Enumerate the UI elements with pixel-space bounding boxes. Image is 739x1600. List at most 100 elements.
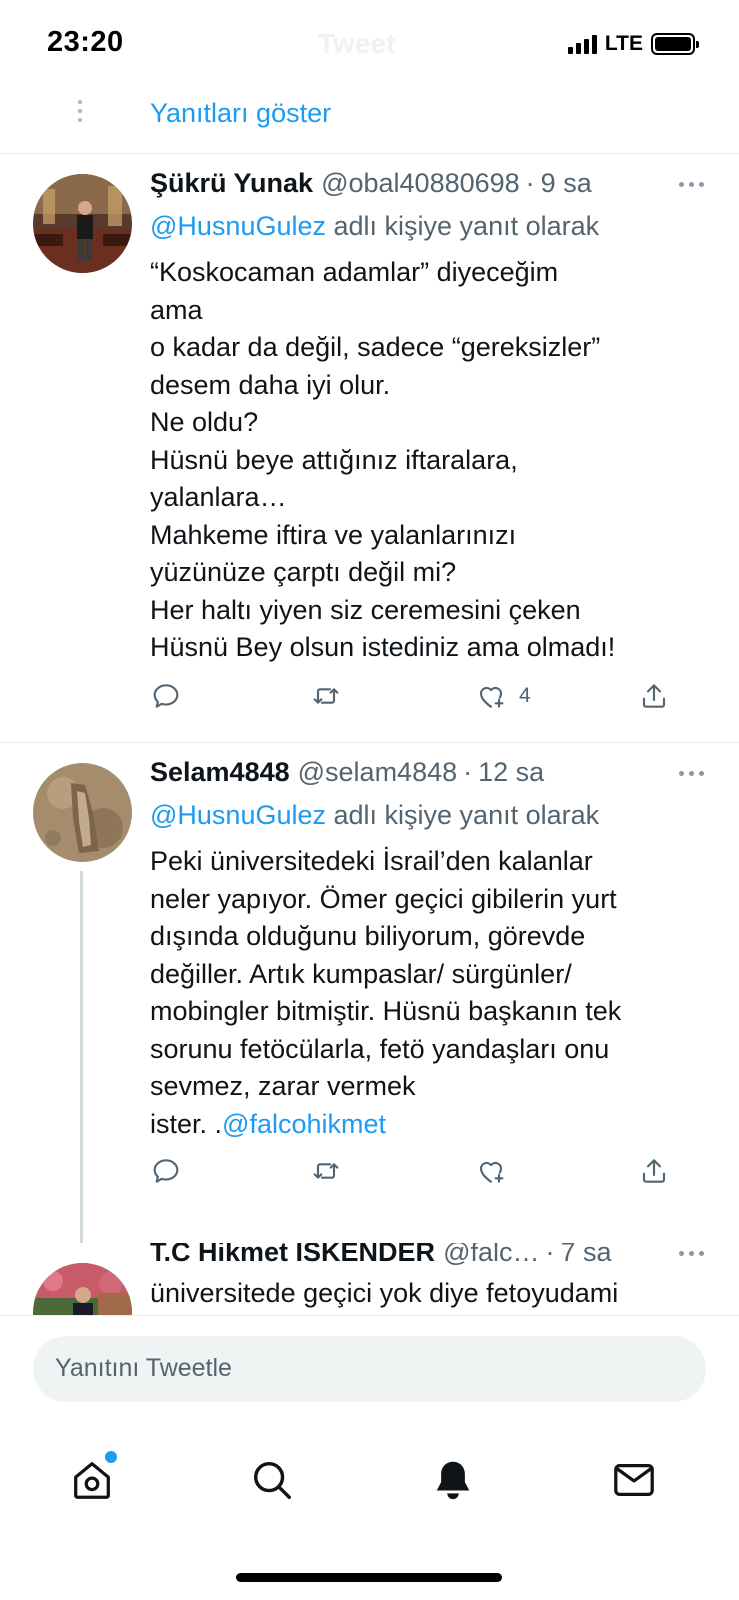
retweet-icon	[313, 688, 339, 704]
user-handle[interactable]: @obal40880698	[321, 168, 520, 199]
tweet-line: değiller. Artık kumpaslar/ sürgünler/	[150, 958, 572, 989]
like-icon	[479, 1161, 504, 1183]
show-replies-link[interactable]: Yanıtları göster	[150, 98, 331, 129]
share-button[interactable]	[638, 1155, 670, 1187]
tweet-text: Peki üniversitedeki İsrail’den kalanlar …	[150, 843, 709, 1143]
timestamp[interactable]: 9 sa	[541, 168, 592, 199]
bell-icon	[436, 1461, 470, 1500]
status-indicators: LTE	[567, 32, 699, 56]
tweet-content: Şükrü Yunak @obal40880698 · 9 sa @HusnuG…	[150, 168, 709, 667]
tweet-line: yüzünüze çarptı değil mi?	[150, 557, 457, 587]
tweet-line: Peki üniversitedeki İsrail’den kalanlar	[150, 846, 593, 876]
timestamp[interactable]: 12 sa	[478, 757, 544, 788]
avatar[interactable]	[33, 763, 132, 862]
thread-dots-icon	[78, 100, 82, 124]
user-handle[interactable]: @falc…	[443, 1243, 539, 1268]
tweet-line: yalanlara…	[150, 482, 287, 512]
home-icon	[74, 1462, 110, 1499]
tweet[interactable]: Şükrü Yunak @obal40880698 · 9 sa @HusnuG…	[0, 154, 739, 742]
share-icon	[642, 684, 666, 708]
tweet-line: Her haltı yiyen siz ceremesini çeken	[150, 594, 581, 625]
tweet-line: sorunu fetöcülarla, fetö yandaşları onu	[150, 1033, 610, 1064]
tweet-line: mobingler bitmiştir. Hüsnü başkanın tek	[150, 996, 622, 1026]
separator: ·	[545, 1243, 555, 1267]
tweet-header: T.C Hikmet İSKENDER @falc… · 7 sa	[150, 1243, 709, 1275]
thread-line	[80, 871, 83, 1243]
tweet-header: Selam4848 @selam4848 · 12 sa	[150, 757, 709, 795]
like-icon	[479, 686, 504, 708]
reply-context: @HusnuGulez adlı kişiye yanıt olarak	[150, 206, 709, 246]
reply-icon	[153, 1159, 179, 1183]
tweet-line: Hüsnü Bey olsun istediniz ama olmadı!	[150, 632, 616, 662]
network-label: LTE	[604, 32, 643, 55]
signal-icon	[567, 34, 597, 54]
search-icon	[253, 1461, 291, 1499]
more-icon[interactable]	[679, 767, 709, 779]
tweet-line: sevmez, zarar vermek	[150, 1071, 416, 1101]
notification-dot	[105, 1451, 117, 1463]
nav-notifications[interactable]	[430, 1457, 476, 1503]
separator: ·	[525, 168, 535, 198]
reply-context-text: adlı kişiye yanıt olarak	[326, 211, 600, 241]
tweet-text: üniversitede geçici yok diye fetoyudami	[150, 1275, 709, 1313]
tweet-text: “Koskocaman adamlar” diyeceğim ama o kad…	[150, 254, 709, 667]
reply-icon	[153, 684, 179, 708]
reply-button[interactable]	[150, 1155, 182, 1187]
tweet-header: Şükrü Yunak @obal40880698 · 9 sa	[150, 168, 709, 206]
user-handle[interactable]: @selam4848	[298, 757, 458, 788]
display-name[interactable]: T.C Hikmet İSKENDER	[150, 1243, 435, 1268]
tweet-line: Mahkeme iftira ve yalanlarınızı	[150, 519, 517, 550]
show-replies-row[interactable]: Yanıtları göster	[0, 92, 739, 154]
display-name[interactable]: Şükrü Yunak	[150, 168, 313, 199]
reply-composer-area: Yanıtını Tweetle	[0, 1315, 739, 1425]
share-button[interactable]	[638, 680, 670, 712]
share-icon	[642, 1159, 666, 1183]
status-time: 23:20	[47, 26, 124, 58]
mention-link[interactable]: @HusnuGulez	[150, 800, 326, 830]
tweet-content: T.C Hikmet İSKENDER @falc… · 7 sa üniver…	[150, 1243, 709, 1313]
tweet-line: Hüsnü beye attığınız iftaralara,	[150, 444, 518, 475]
more-icon[interactable]	[679, 178, 709, 190]
tweet-line: desem daha iyi olur.	[150, 369, 391, 400]
separator: ·	[463, 757, 473, 787]
reply-input[interactable]: Yanıtını Tweetle	[33, 1336, 706, 1402]
tweet-line: ama	[150, 294, 203, 325]
tweet-line: “Koskocaman adamlar” diyeceğim	[150, 257, 559, 287]
more-icon[interactable]	[679, 1247, 709, 1259]
tweet-line: neler yapıyor. Ömer geçici gibilerin yur…	[150, 883, 617, 914]
nav-title: Tweet	[318, 28, 396, 59]
mention-link[interactable]: @HusnuGulez	[150, 211, 326, 241]
tweet-line: o kadar da değil, sadece “gereksizler”	[150, 332, 601, 362]
nav-home[interactable]	[69, 1451, 117, 1503]
home-indicator[interactable]	[236, 1573, 502, 1582]
tweet-line: üniversitede geçici yok diye fetoyudami	[150, 1278, 619, 1308]
timestamp[interactable]: 7 sa	[561, 1243, 612, 1268]
tweet-content: Selam4848 @selam4848 · 12 sa @HusnuGulez…	[150, 757, 709, 1143]
reply-button[interactable]	[150, 680, 182, 712]
like-button[interactable]: 4	[475, 680, 531, 712]
tweet[interactable]: T.C Hikmet İSKENDER @falc… · 7 sa üniver…	[0, 1243, 739, 1315]
mention-link[interactable]: @falcohikmet	[222, 1109, 386, 1139]
like-count: 4	[519, 684, 531, 707]
tweet-line: dışında olduğunu biliyorum, görevde	[150, 921, 586, 951]
retweet-icon	[313, 1163, 339, 1179]
tweet-line: Ne oldu?	[150, 407, 259, 437]
reply-context-text: adlı kişiye yanıt olarak	[326, 800, 600, 830]
like-button[interactable]	[475, 1155, 507, 1187]
nav-messages[interactable]	[611, 1457, 657, 1503]
reply-context: @HusnuGulez adlı kişiye yanıt olarak	[150, 795, 709, 835]
tweet-actions	[150, 1155, 690, 1195]
display-name[interactable]: Selam4848	[150, 757, 290, 788]
status-bar: 23:20 Tweet LTE	[0, 0, 739, 92]
bottom-nav	[0, 1425, 739, 1600]
tweet-actions: 4	[150, 680, 690, 720]
retweet-button[interactable]	[310, 1155, 342, 1187]
battery-icon	[651, 33, 699, 55]
avatar[interactable]	[33, 174, 132, 273]
reply-placeholder: Yanıtını Tweetle	[55, 1354, 232, 1382]
retweet-button[interactable]	[310, 680, 342, 712]
tweet[interactable]: Selam4848 @selam4848 · 12 sa @HusnuGulez…	[0, 743, 739, 1243]
nav-search[interactable]	[249, 1457, 295, 1503]
tweet-line-last: ister. .@falcohikmet	[150, 1106, 709, 1144]
avatar[interactable]	[33, 1263, 132, 1315]
